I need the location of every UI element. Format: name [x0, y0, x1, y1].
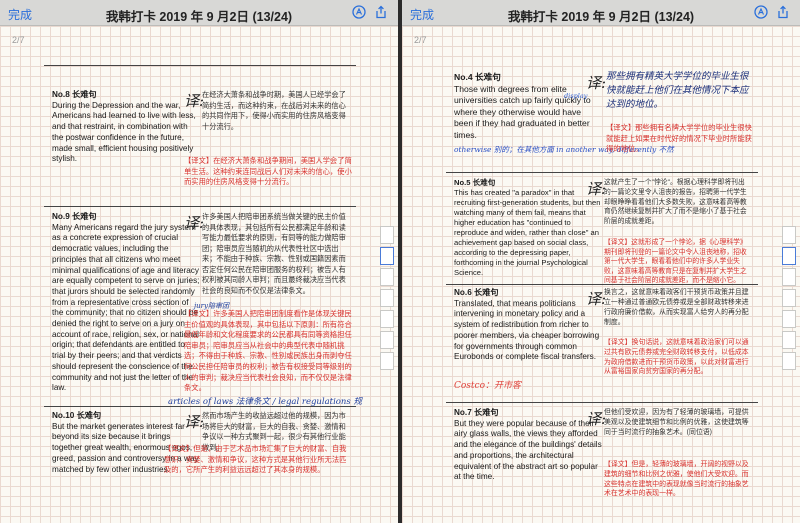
- reference-translation: 【译文】在经济大萧条和战争期间，美国人学会了简单生活。这种约束连同战后人们对未来…: [184, 156, 352, 187]
- page-thumbnail[interactable]: [380, 310, 394, 328]
- student-translation: 这就产生了一个"悖论"。根据心理科学即将刊出的一篇论文里令人沮丧的报告，招聘第一…: [604, 179, 747, 226]
- notebook-page: 2/7 No.4 长难句 Those with degrees from eli…: [402, 26, 800, 523]
- page-thumbnail[interactable]: [782, 352, 796, 370]
- translation-marker: 译:: [586, 74, 607, 92]
- page-thumbnail[interactable]: [380, 352, 394, 370]
- page-thumbnail-rail: [378, 226, 396, 373]
- section-divider: [44, 406, 356, 407]
- sentence-text: Translated, that means politicians inter…: [454, 298, 600, 362]
- page-thumbnail-rail: [780, 226, 798, 373]
- section-divider: [446, 402, 758, 403]
- page-number: 2/7: [414, 35, 427, 45]
- english-sentence: No.4 长难句 Those with degrees from elite u…: [454, 72, 602, 141]
- page-thumbnail[interactable]: [380, 268, 394, 286]
- share-icon[interactable]: [776, 5, 790, 19]
- right-document-pane: 完成 我韩打卡 2019 年 9 月2日 (13/24) 2/7 No.4 长难…: [402, 0, 800, 523]
- page-thumbnail[interactable]: [782, 331, 796, 349]
- sentence-section-6: No.6 长难句 Translated, that means politici…: [446, 286, 758, 396]
- section-divider: [446, 172, 758, 173]
- sentence-title: No.6 长难句: [454, 288, 499, 297]
- section-divider: [44, 65, 356, 66]
- page-thumbnail[interactable]: [380, 247, 394, 265]
- sentence-text: Many Americans regard the jury system as…: [52, 222, 200, 393]
- english-sentence: No.8 长难句 During the Depression and the w…: [52, 90, 200, 165]
- section-divider: [446, 284, 758, 285]
- sentence-title: No.4 长难句: [454, 72, 501, 82]
- page-thumbnail[interactable]: [782, 268, 796, 286]
- student-translation: 但他们受欢迎，因为有了轻薄的玻璃墙，可提供美观以及使建筑细节和比例的优雅，这使建…: [604, 409, 749, 436]
- page-thumbnail[interactable]: [380, 289, 394, 307]
- markup-icon[interactable]: [352, 5, 366, 19]
- sentence-section-5: No.5 长难句 This has created "a paradox" in…: [446, 174, 758, 284]
- reference-translation: 【译文】但是，由于艺术品市场汇集了巨大的财富、自我意识、贪婪、激情和争议，这种方…: [164, 444, 347, 475]
- page-thumbnail[interactable]: [782, 289, 796, 307]
- sentence-title: No.7 长难句: [454, 408, 499, 417]
- sentence-text: During the Depression and the war, Ameri…: [52, 100, 196, 164]
- document-title: 我韩打卡 2019 年 9 月2日 (13/24): [105, 10, 293, 24]
- english-sentence: No.6 长难句 Translated, that means politici…: [454, 288, 602, 363]
- reference-translation: 【译文】换句话说，这就意味着政治家们可以通过共有欧元债券或完全财政转移支付，以低…: [604, 339, 749, 376]
- english-sentence: No.5 长难句 This has created "a paradox" in…: [454, 178, 602, 278]
- page-number: 2/7: [12, 35, 25, 45]
- sentence-title: No.8 长难句: [52, 90, 97, 99]
- handwritten-note-costco: Costco：开市客: [454, 381, 521, 391]
- page-thumbnail[interactable]: [782, 247, 796, 265]
- left-navbar: 完成 我韩打卡 2019 年 9 月2日 (13/24): [0, 0, 398, 26]
- page-thumbnail[interactable]: [380, 331, 394, 349]
- right-navbar: 完成 我韩打卡 2019 年 9 月2日 (13/24): [402, 0, 800, 26]
- sentence-text: This has created "a paradox" in that rec…: [454, 188, 601, 277]
- english-sentence: No.9 长难句 Many Americans regard the jury …: [52, 212, 200, 394]
- reference-translation: 【译文】那些拥有名牌大学学位的毕业生很快就能赶上如果在时代好的情况下毕业时所能获…: [606, 123, 752, 154]
- page-thumbnail[interactable]: [782, 310, 796, 328]
- sentence-text: But they were popular because of their a…: [454, 418, 602, 482]
- markup-icon[interactable]: [754, 5, 768, 19]
- student-translation: 在经济大萧条和战争时期，美国人已经学会了简约生活，而这种约束，在战后对未来的信心…: [202, 90, 346, 131]
- sentence-section-10: No.10 长难句 But the market generates inter…: [44, 408, 356, 518]
- sentence-title: No.10 长难句: [52, 411, 102, 420]
- reference-translation: 【译文】许多美国人把陪审团制度看作是体现关键民主价值观的具体表现，其中包括以下原…: [184, 309, 352, 393]
- sentence-title: No.9 长难句: [52, 212, 97, 221]
- student-translation: 许多美国人把陪审团系统当做关键的民主价值的具体表现，其包括所有公民都满足年龄和读…: [202, 212, 346, 295]
- handwritten-display: display: [564, 92, 588, 100]
- sentence-section-8: No.8 长难句 During the Depression and the w…: [44, 68, 356, 188]
- handwritten-translation: 那些拥有精英大学学位的毕业生很快就能赶上他们在其他情况下本应达到的地位。: [606, 71, 749, 110]
- notebook-page: 2/7 No.8 长难句 During the Depression and t…: [0, 26, 398, 523]
- page-thumbnail[interactable]: [380, 226, 394, 244]
- share-icon[interactable]: [374, 5, 388, 19]
- english-sentence: No.7 长难句 But they were popular because o…: [454, 408, 602, 483]
- sentence-section-9: No.9 长难句 Many Americans regard the jury …: [44, 209, 362, 407]
- section-divider: [44, 206, 356, 207]
- student-translation: 换言之，这就意味着政客们干预货币政策并且建立一种通过普通欧元债券或是全部财政转移…: [604, 289, 749, 326]
- sentence-title: No.5 长难句: [454, 178, 496, 187]
- page-thumbnail[interactable]: [782, 226, 796, 244]
- document-title: 我韩打卡 2019 年 9 月2日 (13/24): [507, 10, 695, 24]
- left-document-pane: 完成 我韩打卡 2019 年 9 月2日 (13/24) 2/7 No.8 长难…: [0, 0, 398, 523]
- sentence-section-7: No.7 长难句 But they were popular because o…: [446, 404, 758, 523]
- reference-translation: 【译文】这就形成了一个悖论，据《心理科学》期刊即将刊登的一篇论文中令人沮丧地称，…: [604, 239, 747, 285]
- reference-translation: 【译文】但是，轻薄的玻璃墙，开阔的视野以及建筑的细节和比例之优雅，使他们大受欢迎…: [604, 461, 749, 498]
